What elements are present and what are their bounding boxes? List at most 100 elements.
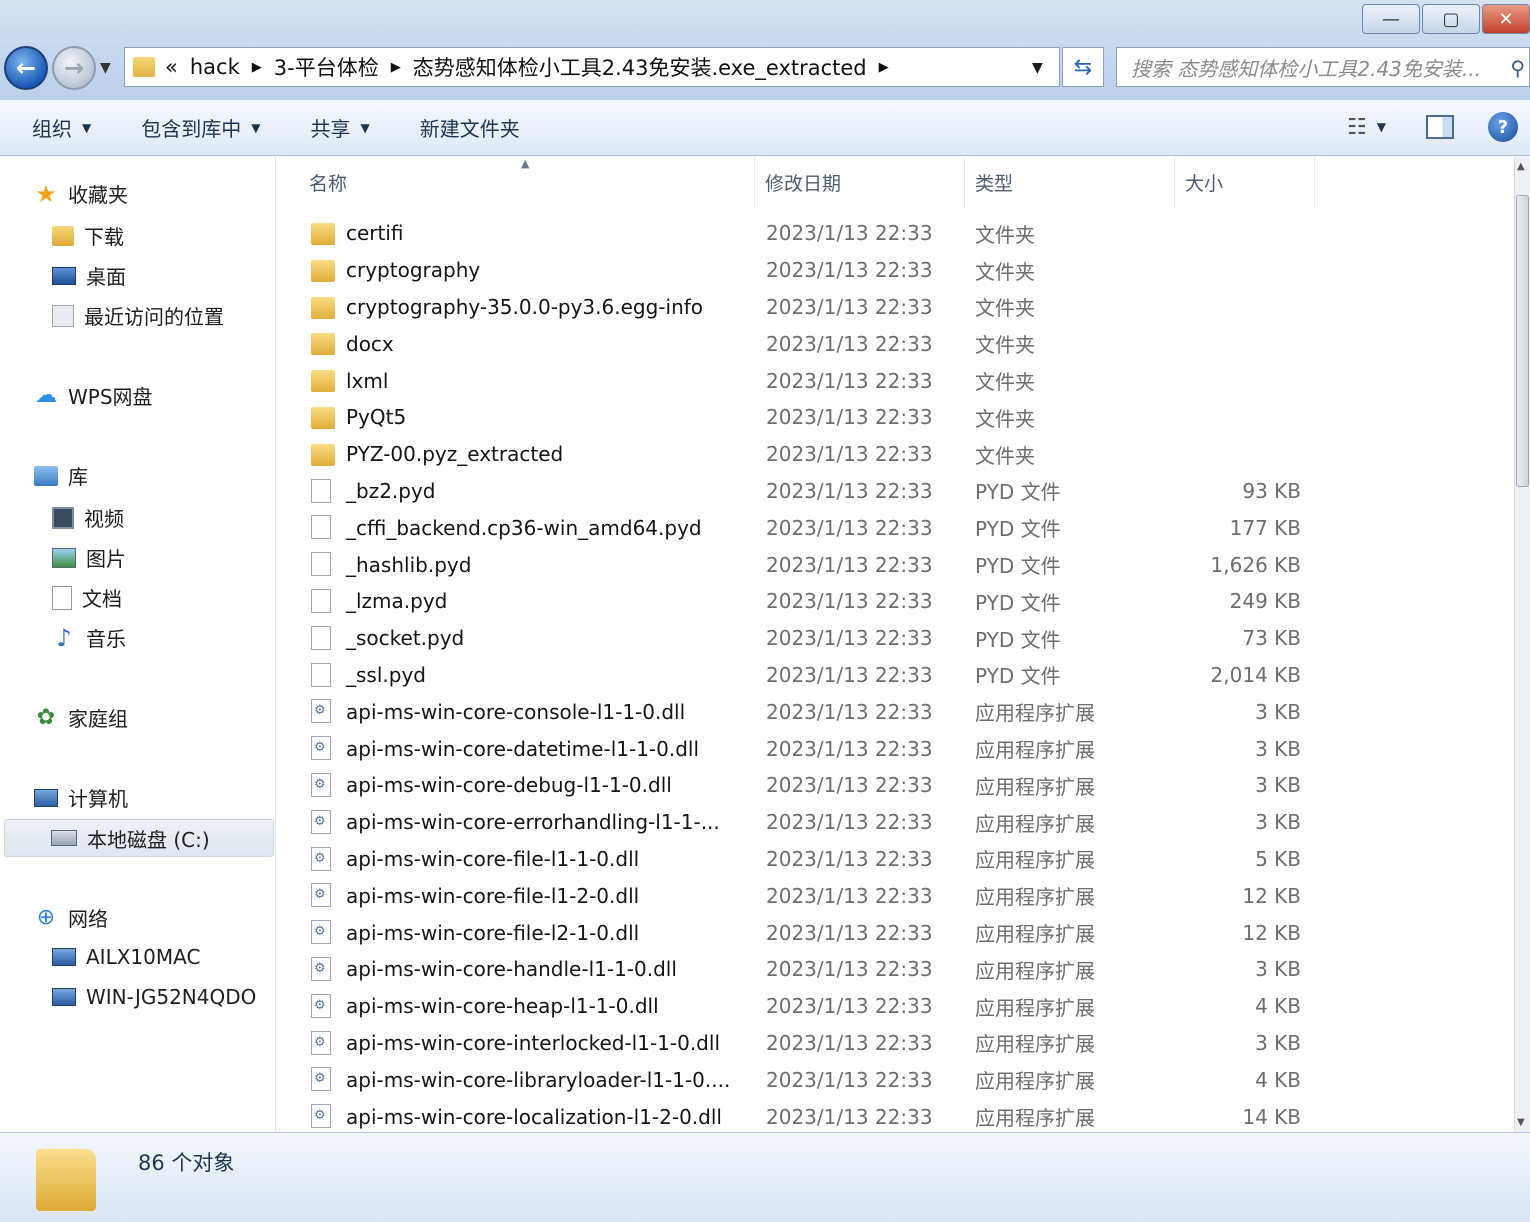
- nav-computer[interactable]: 计算机: [34, 783, 128, 812]
- file-row[interactable]: api-ms-win-core-file-l2-1-0.dll 2023/1/13…: [277, 914, 1514, 951]
- minimize-button[interactable]: —: [1362, 4, 1420, 34]
- nav-recent-places[interactable]: 最近访问的位置: [52, 301, 224, 330]
- nav-network[interactable]: ⊕ 网络: [34, 903, 108, 932]
- column-header-date[interactable]: 修改日期: [755, 157, 965, 207]
- file-row[interactable]: api-ms-win-core-file-l1-2-0.dll 2023/1/13…: [277, 877, 1514, 914]
- file-icon: [311, 478, 331, 503]
- view-options-icon[interactable]: ☷: [1347, 115, 1367, 140]
- file-row[interactable]: _hashlib.pyd 2023/1/13 22:33 PYD 文件 1,626 K…: [277, 546, 1514, 583]
- toolbar-right: ☷ ▼ ?: [1347, 112, 1518, 142]
- file-row[interactable]: api-ms-win-core-file-l1-1-0.dll 2023/1/13…: [277, 841, 1514, 878]
- file-row[interactable]: PYZ-00.pyz_extracted 2023/1/13 22:33 文件夹: [277, 436, 1514, 473]
- scroll-thumb[interactable]: [1516, 195, 1529, 487]
- file-size: [1177, 436, 1301, 473]
- share-menu[interactable]: 共享 ▼: [310, 113, 369, 142]
- new-folder-button[interactable]: 新建文件夹: [420, 113, 520, 142]
- document-icon: [52, 585, 72, 610]
- file-row[interactable]: api-ms-win-core-libraryloader-l1-1-0....…: [277, 1061, 1514, 1098]
- file-row[interactable]: certifi 2023/1/13 22:33 文件夹: [277, 215, 1514, 252]
- nav-desktop[interactable]: 桌面: [52, 261, 126, 290]
- desktop-icon: [52, 266, 76, 285]
- file-row[interactable]: api-ms-win-core-heap-l1-1-0.dll 2023/1/13…: [277, 988, 1514, 1025]
- file-date: 2023/1/13 22:33: [766, 442, 933, 467]
- nav-network-host-1[interactable]: AILX10MAC: [52, 945, 200, 969]
- file-row[interactable]: api-ms-win-core-datetime-l1-1-0.dll 2023/…: [277, 730, 1514, 767]
- file-row[interactable]: _bz2.pyd 2023/1/13 22:33 PYD 文件 93 KB: [277, 473, 1514, 510]
- nav-videos[interactable]: 视频: [52, 503, 124, 532]
- recent-pages-dropdown[interactable]: ▼: [100, 60, 111, 76]
- star-icon: ★: [35, 179, 57, 208]
- help-icon[interactable]: ?: [1488, 112, 1518, 142]
- folder-icon: [311, 223, 335, 245]
- nav-music[interactable]: ♪ 音乐: [52, 623, 126, 652]
- file-row[interactable]: api-ms-win-core-localization-l1-2-0.dll 2…: [277, 1098, 1514, 1132]
- file-name: docx: [346, 331, 394, 356]
- nav-pictures[interactable]: 图片: [52, 543, 126, 572]
- file-row[interactable]: _lzma.pyd 2023/1/13 22:33 PYD 文件 249 KB: [277, 583, 1514, 620]
- dll-file-icon: [311, 772, 331, 797]
- breadcrumb-hack[interactable]: hack: [190, 55, 240, 79]
- new-folder-label: 新建文件夹: [419, 117, 520, 141]
- file-size: 3 KB: [1255, 699, 1301, 724]
- file-row[interactable]: lxml 2023/1/13 22:33 文件夹: [277, 362, 1514, 399]
- search-placeholder: 搜索 态势感知体检小工具2.43免安装...: [1131, 56, 1481, 81]
- nav-downloads[interactable]: 下载: [52, 221, 124, 250]
- file-row[interactable]: api-ms-win-core-interlocked-l1-1-0.dll 20…: [277, 1025, 1514, 1062]
- dll-file-icon: [311, 809, 331, 834]
- file-row[interactable]: _cffi_backend.cp36-win_amd64.pyd 2023/1/1…: [277, 509, 1514, 546]
- scroll-down-icon[interactable]: ▼: [1517, 1117, 1525, 1128]
- file-name: _hashlib.pyd: [346, 552, 472, 577]
- address-bar[interactable]: « hack ▶ 3-平台体检 ▶ 态势感知体检小工具2.43免安装.exe_e…: [124, 47, 1060, 87]
- folder-icon: [311, 296, 335, 319]
- file-row[interactable]: cryptography-35.0.0-py3.6.egg-info 2023/1…: [277, 289, 1514, 326]
- file-row[interactable]: api-ms-win-core-errorhandling-l1-1-... 20…: [277, 804, 1514, 841]
- search-input[interactable]: 搜索 态势感知体检小工具2.43免安装... ⚲: [1116, 47, 1530, 87]
- chevron-right-icon[interactable]: ▶: [391, 60, 401, 75]
- file-icon: [311, 552, 331, 577]
- file-size: 249 KB: [1229, 589, 1301, 614]
- include-in-library-menu[interactable]: 包含到库中 ▼: [141, 113, 260, 142]
- forward-button[interactable]: →: [52, 46, 96, 90]
- file-type: 文件夹: [975, 222, 1035, 247]
- chevron-right-icon[interactable]: ▶: [879, 60, 889, 75]
- breadcrumb-extracted[interactable]: 态势感知体检小工具2.43免安装.exe_extracted: [413, 52, 867, 82]
- file-row[interactable]: cryptography 2023/1/13 22:33 文件夹: [277, 252, 1514, 289]
- file-row[interactable]: docx 2023/1/13 22:33 文件夹: [277, 325, 1514, 362]
- column-header-size[interactable]: 大小: [1175, 157, 1315, 207]
- preview-pane-icon[interactable]: [1426, 115, 1454, 139]
- file-row[interactable]: _socket.pyd 2023/1/13 22:33 PYD 文件 73 KB: [277, 620, 1514, 657]
- file-row[interactable]: api-ms-win-core-console-l1-1-0.dll 2023/1…: [277, 693, 1514, 730]
- scroll-up-icon[interactable]: ▲: [1517, 161, 1525, 172]
- nav-local-disk-c[interactable]: 本地磁盘 (C:): [4, 819, 274, 857]
- nav-documents[interactable]: 文档: [52, 583, 122, 612]
- file-row[interactable]: api-ms-win-core-debug-l1-1-0.dll 2023/1/1…: [277, 767, 1514, 804]
- file-type: PYD 文件: [975, 627, 1061, 652]
- view-options-dropdown[interactable]: ▼: [1377, 120, 1386, 134]
- address-history-dropdown[interactable]: ▼: [1032, 60, 1043, 76]
- caret-down-icon: ▼: [82, 120, 92, 135]
- nav-label: 最近访问的位置: [84, 305, 224, 329]
- maximize-button[interactable]: ▢: [1422, 4, 1480, 34]
- nav-network-host-2[interactable]: WIN-JG52N4QDO: [52, 985, 256, 1009]
- organize-menu[interactable]: 组织 ▼: [32, 113, 91, 142]
- chevron-right-icon[interactable]: ▶: [252, 60, 262, 75]
- file-size: 1,626 KB: [1210, 552, 1301, 577]
- file-name: api-ms-win-core-errorhandling-l1-1-...: [346, 810, 720, 835]
- nav-homegroup[interactable]: ✿ 家庭组: [34, 703, 128, 732]
- nav-label: 家庭组: [68, 707, 128, 731]
- file-row[interactable]: PyQt5 2023/1/13 22:33 文件夹: [277, 399, 1514, 436]
- nav-wps-drive[interactable]: ☁ WPS网盘: [34, 381, 153, 410]
- refresh-button[interactable]: ⇆: [1062, 47, 1104, 87]
- vertical-scrollbar[interactable]: ▲ ▼: [1514, 157, 1530, 1132]
- breadcrumb-overflow[interactable]: «: [165, 55, 178, 79]
- search-icon[interactable]: ⚲: [1510, 56, 1525, 80]
- column-header-type[interactable]: 类型: [965, 157, 1175, 207]
- breadcrumb-platform-check[interactable]: 3-平台体检: [274, 52, 379, 82]
- close-button[interactable]: ✕: [1482, 4, 1530, 34]
- file-name: api-ms-win-core-console-l1-1-0.dll: [346, 699, 686, 724]
- file-row[interactable]: api-ms-win-core-handle-l1-1-0.dll 2023/1/…: [277, 951, 1514, 988]
- nav-favorites[interactable]: ★ 收藏夹: [34, 179, 128, 208]
- back-button[interactable]: ←: [4, 46, 48, 90]
- nav-libraries[interactable]: 库: [34, 461, 88, 490]
- file-row[interactable]: _ssl.pyd 2023/1/13 22:33 PYD 文件 2,014 KB: [277, 657, 1514, 694]
